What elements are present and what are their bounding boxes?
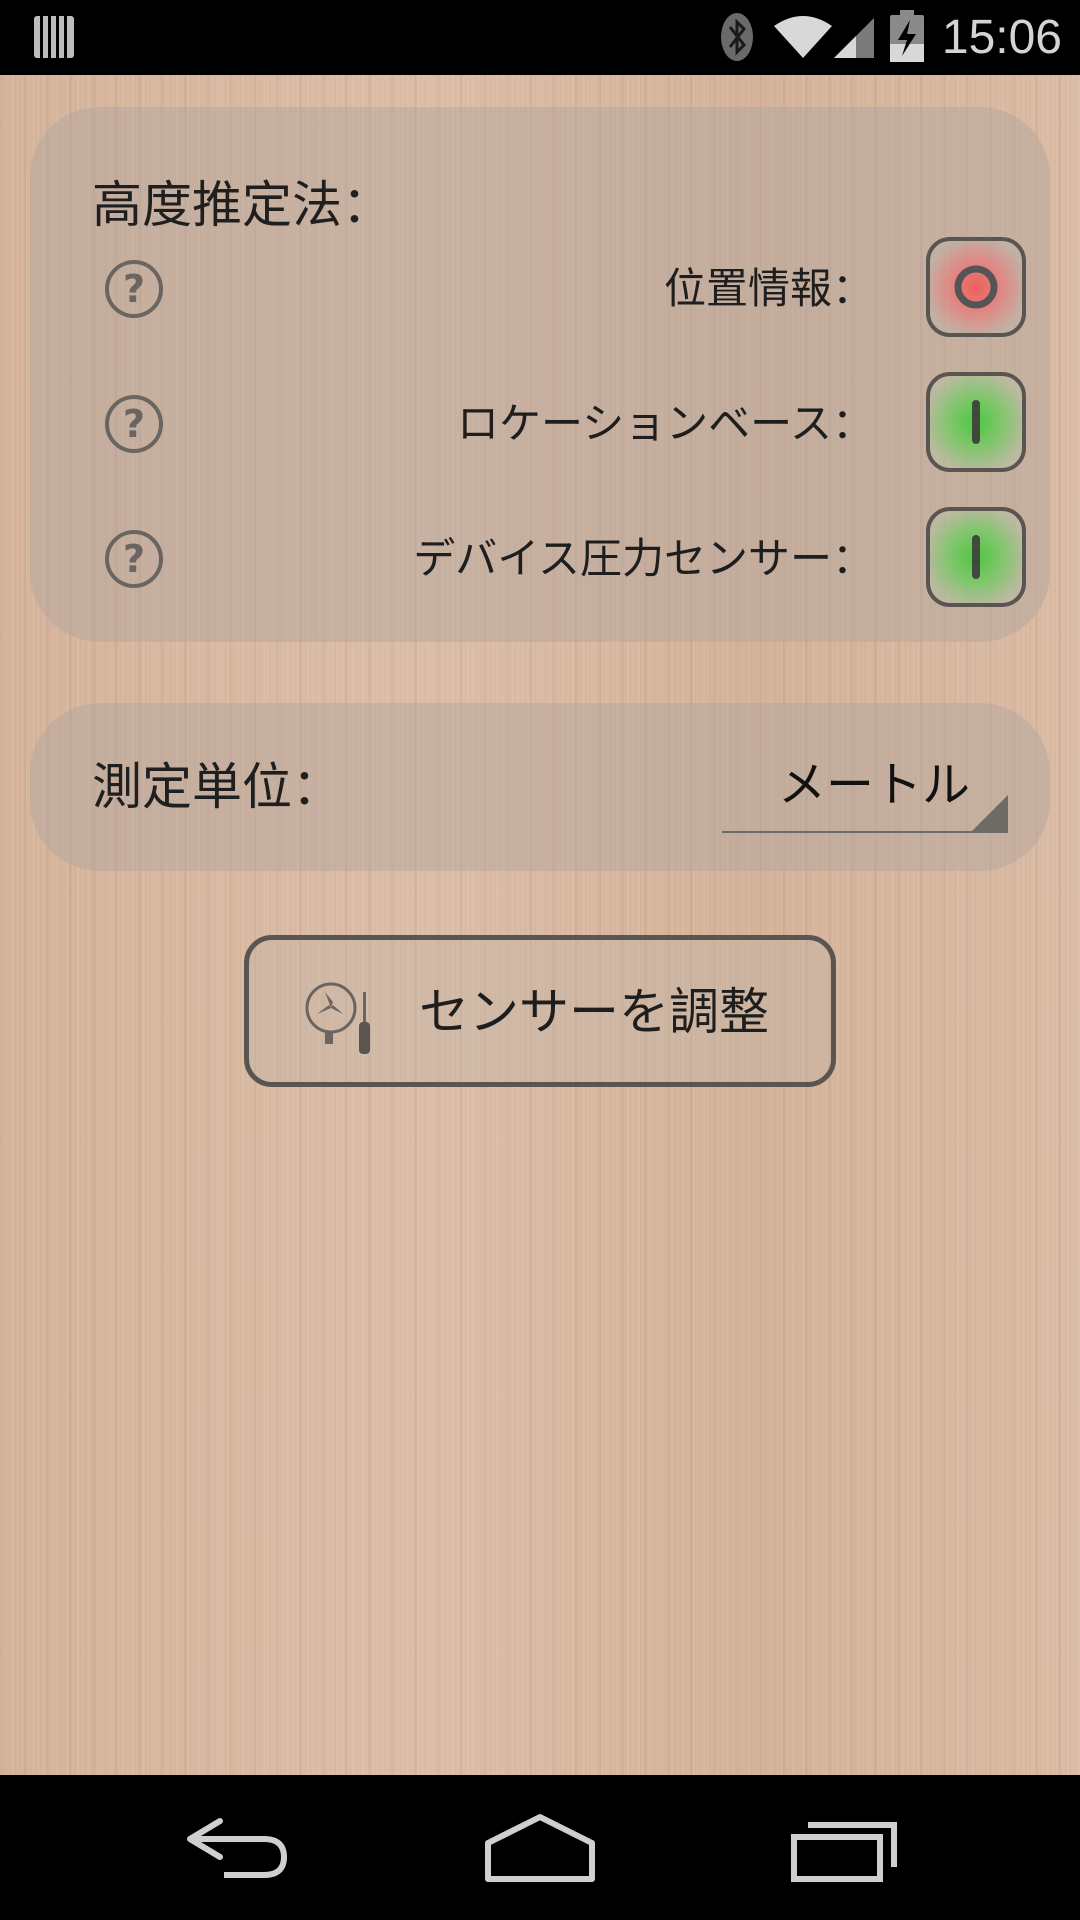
method-row-pressure-sensor: ? デバイス圧力センサー：	[30, 507, 1050, 611]
method-label-pressure-sensor: デバイス圧力センサー：	[413, 534, 874, 583]
svg-text:?: ?	[123, 537, 145, 581]
method-label-location: 位置情報：	[663, 264, 874, 313]
question-circle-icon[interactable]: ?	[104, 529, 164, 589]
battery-charging-icon	[890, 10, 924, 62]
svg-text:?: ?	[123, 267, 145, 311]
method-row-location-base: ? ロケーションベース：	[30, 372, 1050, 476]
units-title: 測定単位：	[92, 758, 342, 816]
calibrate-sensor-label: センサーを調整	[419, 983, 769, 1041]
toggle-pressure-sensor[interactable]	[926, 507, 1026, 607]
toggle-location-base[interactable]	[926, 372, 1026, 472]
barcode-icon	[34, 16, 74, 58]
altitude-method-panel: 高度推定法： ? 位置情報： ? ロケーションベース： ? デバイス圧力センサー…	[30, 107, 1050, 642]
wifi-icon	[774, 16, 832, 58]
altitude-method-title: 高度推定法：	[92, 176, 392, 234]
question-circle-icon[interactable]: ?	[104, 394, 164, 454]
method-label-location-base: ロケーションベース：	[456, 399, 874, 448]
gauge-screwdriver-icon	[305, 982, 370, 1054]
recent-apps-icon[interactable]	[782, 1813, 902, 1883]
toggle-on-icon	[972, 400, 980, 444]
toggle-location[interactable]	[926, 237, 1026, 337]
svg-text:?: ?	[123, 402, 145, 446]
status-clock: 15:06	[941, 11, 1062, 64]
main-content: 高度推定法： ? 位置情報： ? ロケーションベース： ? デバイス圧力センサー…	[0, 75, 1080, 1775]
back-icon[interactable]	[180, 1813, 300, 1883]
dropdown-corner-icon	[972, 795, 1008, 831]
units-panel: 測定単位： メートル	[30, 703, 1050, 871]
bluetooth-icon	[721, 13, 753, 61]
unit-selected-value: メートル	[778, 757, 971, 813]
question-circle-icon[interactable]: ?	[104, 259, 164, 319]
toggle-off-icon	[954, 265, 998, 309]
home-icon[interactable]	[480, 1813, 600, 1883]
signal-icon	[834, 18, 874, 58]
toggle-on-icon	[972, 535, 980, 579]
unit-selector[interactable]: メートル	[722, 743, 1008, 833]
status-bar: 15:06	[0, 0, 1080, 75]
navigation-bar	[0, 1775, 1080, 1920]
method-row-location: ? 位置情報：	[30, 237, 1050, 341]
calibrate-sensor-button[interactable]: センサーを調整	[244, 935, 836, 1087]
